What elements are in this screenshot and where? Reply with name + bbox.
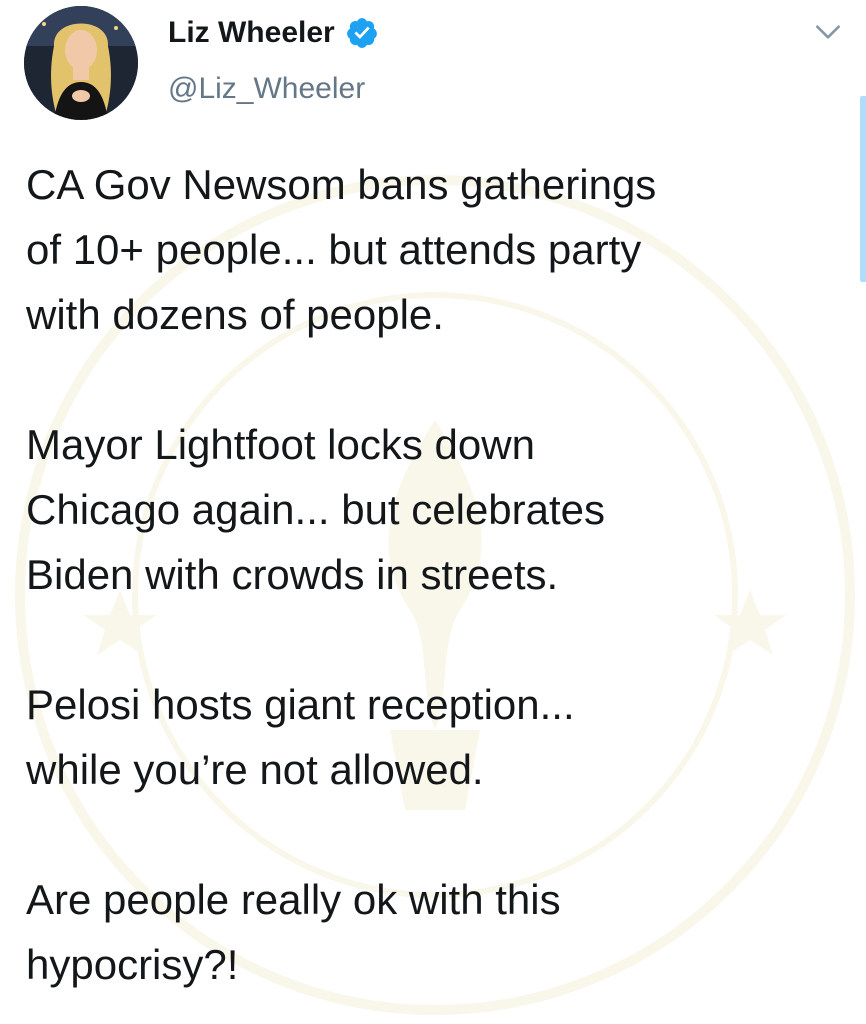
tweet-text: CA Gov Newsom bans gatherings of 10+ peo… — [26, 152, 846, 997]
tweet-paragraph: CA Gov Newsom bans gatherings of 10+ peo… — [26, 161, 657, 338]
tweet-paragraph: Mayor Lightfoot locks down Chicago again… — [26, 421, 606, 598]
author-handle[interactable]: @Liz_Wheeler — [168, 72, 365, 106]
tweet-paragraph: Pelosi hosts giant reception... while yo… — [26, 681, 575, 793]
chevron-down-icon[interactable] — [812, 16, 844, 48]
tweet-paragraph: Are people really ok with this hypocrisy… — [26, 876, 561, 988]
scroll-indicator[interactable] — [860, 96, 866, 282]
author-name-row: Liz Wheeler — [168, 16, 379, 50]
verified-badge-icon — [346, 18, 377, 48]
author-display-name[interactable]: Liz Wheeler — [168, 16, 335, 50]
tweet-header: Liz Wheeler @Liz_Wheeler — [24, 6, 844, 120]
avatar[interactable] — [24, 6, 138, 120]
